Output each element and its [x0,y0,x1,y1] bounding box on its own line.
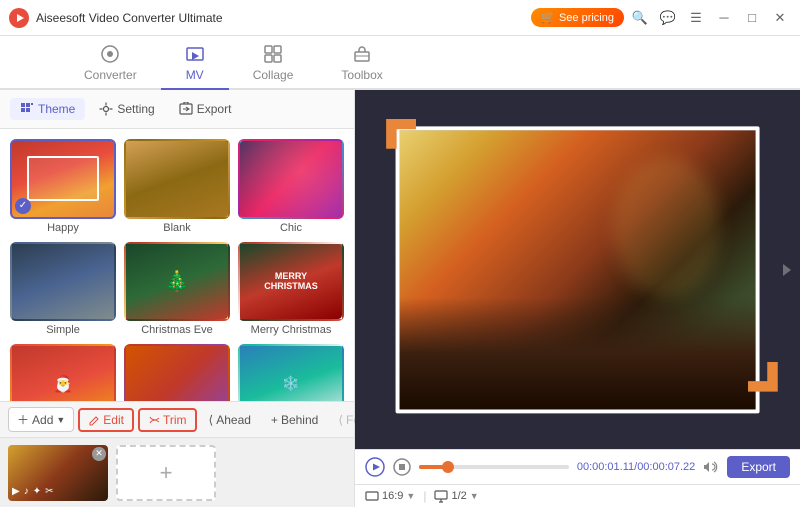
clip-item-1[interactable]: ✕ ▶ ♪ ✦ ✂ [8,445,108,501]
stop-button[interactable] [393,458,411,476]
sub-tab-export[interactable]: Export [169,98,242,120]
ratio-dropdown-icon: ▼ [406,491,415,501]
nav-tabs: Converter MV Collage Toolbox [0,36,800,90]
stop-icon [393,458,411,476]
theme-thumb-santa[interactable]: 🎅 [10,344,116,401]
tab-mv[interactable]: MV [161,38,229,90]
cart-icon: 🛒 [541,11,555,24]
ratio-select[interactable]: 16:9 ▼ [365,489,415,503]
clip-close-button[interactable]: ✕ [92,447,106,461]
title-bar-left: Aiseesoft Video Converter Ultimate [8,7,223,29]
add-clip-icon: + [160,460,173,486]
edit-icon [88,414,100,426]
ratio-icon [365,489,379,503]
ahead-button[interactable]: ⟨ Ahead [201,410,259,430]
theme-thumb-merry[interactable]: MERRYCHRISTMAS [238,242,344,322]
toolbox-icon [352,44,372,64]
progress-fill [419,465,449,469]
behind-button[interactable]: + Behind [263,410,326,430]
theme-item-santa[interactable]: 🎅 Santa Claus [10,344,116,401]
sub-tab-setting[interactable]: Setting [89,98,164,120]
video-preview [355,90,800,449]
tab-converter[interactable]: Converter [60,38,161,90]
theme-thumb-snowy[interactable]: ❄️ [238,344,344,401]
chat-icon[interactable]: 💬 [656,6,680,30]
mv-icon [185,44,205,64]
clip-star-icon: ✦ [33,486,41,497]
add-icon: ＋ [17,411,29,428]
theme-item-chic[interactable]: Chic [238,139,344,234]
volume-button[interactable] [703,459,719,475]
quality-select[interactable]: 1/2 ▼ [434,489,478,503]
export-button[interactable]: Export [727,456,790,478]
theme-thumb-christmas[interactable]: 🎄 [124,242,230,322]
add-button[interactable]: ＋ Add ▼ [8,407,74,432]
volume-icon [703,459,719,475]
theme-item-snowy[interactable]: ❄️ Snowy Night [238,344,344,401]
app-title: Aiseesoft Video Converter Ultimate [36,11,223,25]
maximize-button[interactable]: □ [740,6,764,30]
behind-icon: + [271,413,278,427]
clip-cut-icon: ✂ [45,486,53,497]
forward-icon: ⟨ [338,413,343,427]
trim-button[interactable]: Trim [138,408,197,432]
theme-thumb-simple[interactable] [10,242,116,322]
theme-grid: ✓ Happy Blank Chic [0,129,354,401]
converter-icon [100,44,120,64]
title-bar: Aiseesoft Video Converter Ultimate 🛒 See… [0,0,800,36]
theme-thumb-chic[interactable] [238,139,344,219]
ahead-icon: ⟨ [209,413,214,427]
theme-item-blank[interactable]: Blank [124,139,230,234]
left-panel: Theme Setting Export [0,90,355,507]
quality-dropdown-icon: ▼ [470,491,479,501]
right-arrow-indicator [783,264,791,276]
theme-item-merry[interactable]: MERRYCHRISTMAS Merry Christmas [238,242,344,337]
clip-icons: ▶ ♪ ✦ ✂ [12,486,53,497]
clip-audio-icon: ♪ [24,486,29,497]
video-controls2: 16:9 ▼ | 1/2 ▼ [355,484,800,507]
export-icon [179,102,193,116]
main-layout: Theme Setting Export [0,90,800,507]
theme-item-christmas[interactable]: 🎄 Christmas Eve [124,242,230,337]
close-button[interactable]: ✕ [768,6,792,30]
video-controls: 00:00:01.11/00:00:07.22 Export [355,449,800,484]
search-icon[interactable]: 🔍 [628,6,652,30]
menu-icon[interactable]: ☰ [684,6,708,30]
add-clip-button[interactable]: + [116,445,216,501]
bottom-strip: ✕ ▶ ♪ ✦ ✂ + [0,437,354,507]
progress-bar[interactable] [419,465,569,469]
sub-tabs: Theme Setting Export [0,90,354,129]
progress-thumb [442,461,454,473]
clip-play-icon: ▶ [12,486,20,497]
play-icon [365,457,385,477]
bottom-toolbar: ＋ Add ▼ Edit Trim ⟨ Ahead + [0,401,354,437]
time-display: 00:00:01.11/00:00:07.22 [577,461,695,473]
edit-button[interactable]: Edit [78,408,134,432]
minimize-button[interactable]: ─ [712,6,736,30]
right-panel: 00:00:01.11/00:00:07.22 Export 16:9 ▼ | [355,90,800,507]
trim-icon [148,414,160,426]
tab-toolbox[interactable]: Toolbox [317,38,406,90]
app-logo [8,7,30,29]
setting-icon [99,102,113,116]
theme-thumb-blank[interactable] [124,139,230,219]
tab-collage[interactable]: Collage [229,38,318,90]
selected-check: ✓ [15,198,31,214]
divider: | [423,489,426,503]
monitor-icon [434,489,448,503]
title-bar-right: 🛒 See pricing 🔍 💬 ☰ ─ □ ✕ [531,6,792,30]
play-button[interactable] [365,457,385,477]
theme-thumb-happy[interactable]: ✓ [10,139,116,219]
theme-icon [20,102,34,116]
collage-icon [263,44,283,64]
video-background [355,90,800,449]
theme-item-modern[interactable]: Modern Life [124,344,230,401]
add-dropdown-icon: ▼ [56,415,65,425]
see-pricing-button[interactable]: 🛒 See pricing [531,8,624,27]
sub-tab-theme[interactable]: Theme [10,98,85,120]
video-frame [395,126,760,413]
theme-item-simple[interactable]: Simple [10,242,116,337]
theme-thumb-modern[interactable] [124,344,230,401]
theme-item-happy[interactable]: ✓ Happy [10,139,116,234]
